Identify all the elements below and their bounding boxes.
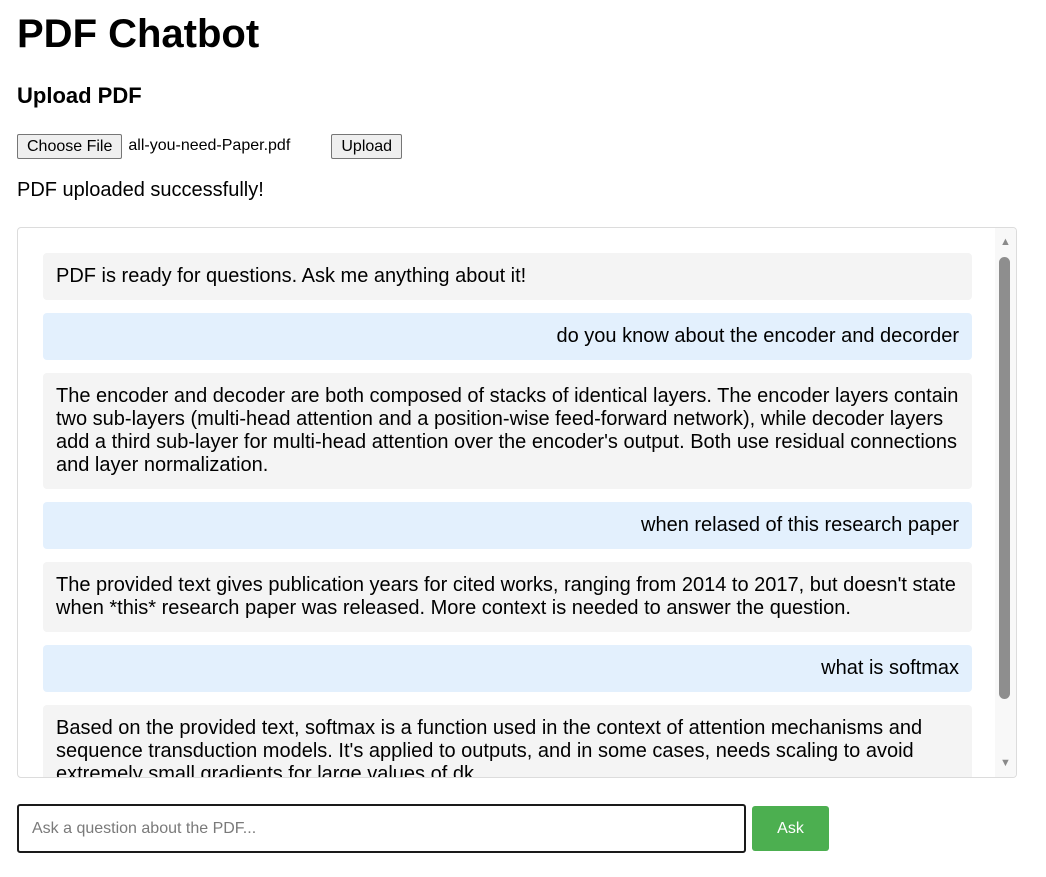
upload-heading: Upload PDF (17, 83, 142, 108)
selected-file-name: all-you-need-Paper.pdf (128, 137, 291, 154)
chat-messages: PDF is ready for questions. Ask me anyth… (43, 253, 972, 777)
page: PDF Chatbot Upload PDF Choose File all-y… (0, 0, 1046, 877)
bot-message: The encoder and decoder are both compose… (43, 373, 972, 489)
upload-row: Choose File all-you-need-Paper.pdf Uploa… (17, 133, 403, 159)
scroll-thumb[interactable] (999, 257, 1010, 699)
question-input[interactable] (17, 804, 746, 853)
scroll-up-arrow-icon[interactable]: ▲ (995, 234, 1016, 250)
bot-message: PDF is ready for questions. Ask me anyth… (43, 253, 972, 300)
scroll-down-arrow-icon[interactable]: ▼ (995, 755, 1016, 771)
page-title: PDF Chatbot (17, 12, 260, 56)
user-message: what is softmax (43, 645, 972, 692)
ask-button[interactable]: Ask (752, 806, 829, 851)
upload-status: PDF uploaded successfully! (17, 179, 264, 201)
chat-scrollbar[interactable]: ▲ ▼ (995, 228, 1016, 777)
chat-history[interactable]: PDF is ready for questions. Ask me anyth… (17, 227, 1017, 778)
user-message: when relased of this research paper (43, 502, 972, 549)
user-message: do you know about the encoder and decord… (43, 313, 972, 360)
bot-message: The provided text gives publication year… (43, 562, 972, 632)
upload-button[interactable]: Upload (331, 133, 403, 159)
choose-file-button[interactable]: Choose File (17, 133, 123, 159)
bot-message: Based on the provided text, softmax is a… (43, 705, 972, 777)
